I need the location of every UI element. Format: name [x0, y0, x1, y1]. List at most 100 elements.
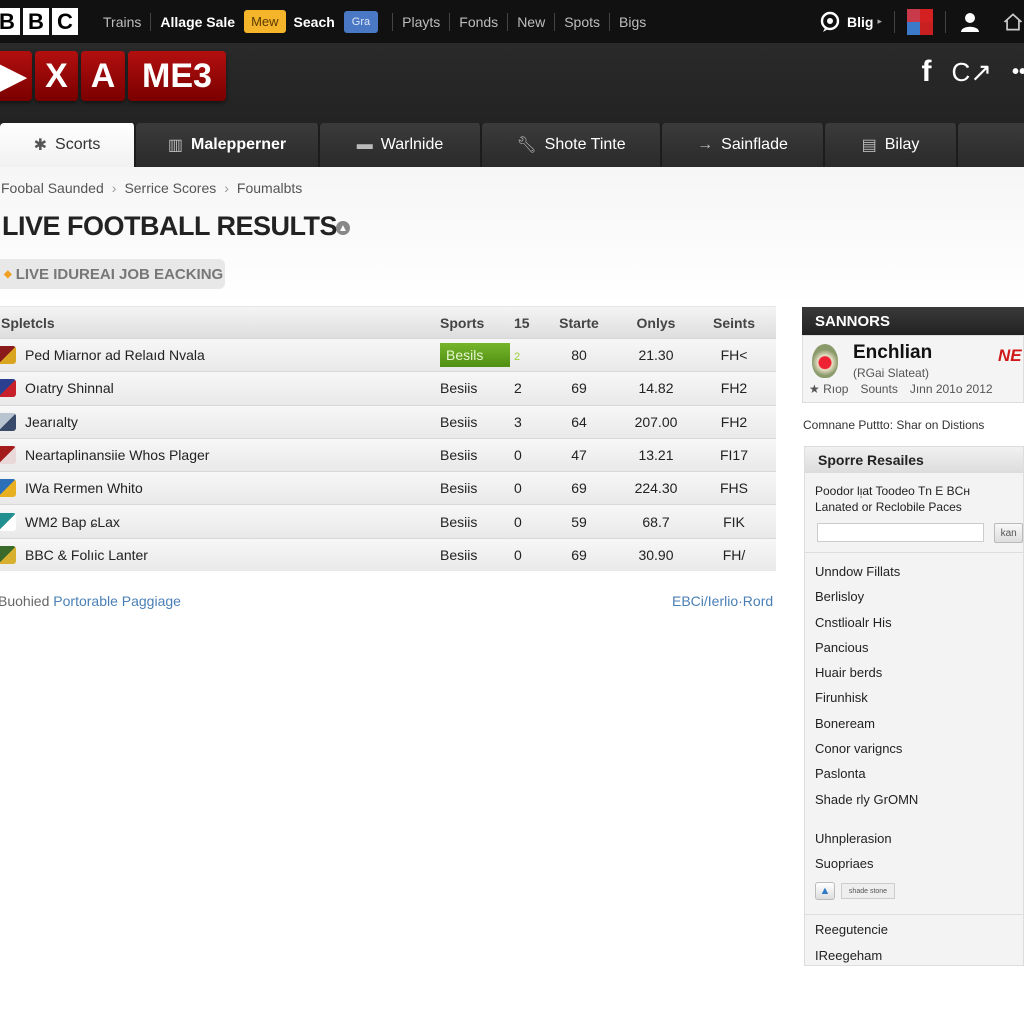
- blig-menu[interactable]: Blig: [847, 14, 873, 30]
- team-crest-icon: [0, 446, 16, 465]
- column-header[interactable]: Starte: [548, 315, 610, 331]
- table-footer-right-link[interactable]: EBCi/Ierlio·Rord: [672, 593, 773, 609]
- tab-malepperner[interactable]: ▥ Malepperner: [136, 123, 320, 167]
- panel-link[interactable]: Paslonta: [815, 765, 1023, 790]
- logo-letter: B: [0, 8, 20, 35]
- panel-link[interactable]: Firunhisk: [815, 689, 1023, 714]
- column-header[interactable]: 15: [510, 315, 548, 331]
- panel-description: Poodor lᴉat Toodeo Tn E BCʜ Lanated or R…: [815, 483, 1023, 515]
- table-row[interactable]: IWa Rermen Whito Besiis 0 69 224.30 FHS: [0, 471, 776, 505]
- arrow-right-icon: →: [697, 136, 714, 153]
- tab-scorts[interactable]: ✱ Scorts: [0, 123, 136, 167]
- divider: [945, 10, 946, 33]
- panel-tools: ▲ shade stone: [815, 882, 1023, 901]
- nav-badge-go[interactable]: Gra: [343, 10, 379, 33]
- table-row[interactable]: Ped Miarnor ad Relaıd Nvala Besils 2 80 21.3…: [0, 338, 776, 372]
- team-name[interactable]: BBC & Folıic Lanter: [25, 547, 148, 563]
- panel-link[interactable]: Conor varigncs: [815, 740, 1023, 765]
- panel-link[interactable]: Huair berds: [815, 664, 1023, 689]
- more-icon[interactable]: ••: [1012, 61, 1024, 84]
- tab-warlnide[interactable]: ▬ Warlnide: [320, 123, 482, 167]
- nav-link-playts[interactable]: Playts: [393, 14, 449, 30]
- table-row[interactable]: Neartaplinansiie Whos Plager Besiis 0 47 13.…: [0, 437, 776, 472]
- tab-label: Sainflade: [721, 136, 788, 153]
- count-value: 2: [514, 380, 522, 397]
- sidebar-note: Comnane Puttto: Shar on Distions: [803, 418, 985, 432]
- featured-card[interactable]: Enchlian (RGai Slateat) ★ Rıop Sounts Jı…: [802, 335, 1024, 403]
- table-row[interactable]: Jearıalty Besiis 3 64 207.00 FH2: [0, 404, 776, 438]
- count-value: 2: [514, 351, 521, 364]
- info-icon[interactable]: ▲: [336, 221, 350, 235]
- panel-link[interactable]: Uhnplerasion: [815, 830, 1023, 855]
- column-header[interactable]: Seints: [702, 315, 766, 331]
- breadcrumb-item[interactable]: Foumalbts: [237, 180, 302, 196]
- column-header[interactable]: Onlys: [610, 315, 702, 331]
- team-cell: Oıatry Shinnal: [0, 379, 440, 398]
- team-name[interactable]: Jearıalty: [25, 414, 78, 430]
- table-row[interactable]: Oıatry Shinnal Besiis 2 69 14.82 FH2: [0, 371, 776, 405]
- result-cell: FH2: [720, 413, 748, 430]
- live-tracking-pill[interactable]: ◆ LIVE IDUREAI JOB EACKING: [0, 259, 225, 289]
- panel-link[interactable]: Boneream: [815, 715, 1023, 740]
- share-icon[interactable]: C↗: [951, 57, 992, 88]
- team-name[interactable]: Neartaplinansiie Whos Plager: [25, 447, 209, 463]
- brand-logo[interactable]: ▶ X A ME3: [0, 51, 226, 101]
- only-cell: 30.90: [638, 546, 674, 563]
- tool-label[interactable]: shade stone: [841, 883, 895, 900]
- table-footer-left: Buohied Portorable Paggiage: [0, 593, 181, 609]
- panel-link[interactable]: Reegutencie: [815, 921, 1023, 947]
- section-tabs: ✱ Scorts ▥ Malepperner ▬ Warlnide 🔧︎ Sho…: [0, 123, 1024, 167]
- team-name[interactable]: Ped Miarnor ad Relaıd Nvala: [25, 347, 205, 363]
- tab-more[interactable]: [958, 123, 1024, 167]
- tab-shote-tinte[interactable]: 🔧︎ Shote Tinte: [482, 123, 662, 167]
- tab-bilay[interactable]: ▤ Bilay: [825, 123, 958, 167]
- tab-sainflade[interactable]: → Sainflade: [662, 123, 825, 167]
- count-cell: 0: [510, 480, 548, 496]
- region-flag-icon[interactable]: [907, 8, 933, 35]
- portorable-page-link[interactable]: Portorable Paggiage: [53, 593, 181, 609]
- sport-value: Besiis: [440, 546, 478, 563]
- nav-link-allage-sale[interactable]: Allage Sale: [151, 14, 244, 30]
- breadcrumb-item[interactable]: Foobal Saunded: [1, 180, 104, 196]
- nav-link-search[interactable]: Seach: [290, 14, 344, 30]
- team-name[interactable]: WM2 Bap ɕLax: [25, 514, 120, 530]
- table-row[interactable]: WM2 Bap ɕLax Besiis 0 59 68.7 FIK: [0, 504, 776, 538]
- count-value: 3: [514, 413, 522, 430]
- panel-search-button[interactable]: kan: [994, 523, 1023, 543]
- breadcrumb-item[interactable]: Serrice Scores: [124, 180, 216, 196]
- panel-link[interactable]: IReegeham: [815, 947, 1023, 973]
- page-title: LIVE FOOTBALL RESULTS: [2, 211, 338, 241]
- chat-bubble-icon[interactable]: [819, 11, 841, 33]
- home-icon[interactable]: [1002, 10, 1024, 34]
- user-icon[interactable]: [958, 10, 982, 34]
- chevron-right-icon: ›: [111, 180, 117, 196]
- panel-link[interactable]: Pancious: [815, 639, 1023, 664]
- panel-search-input[interactable]: [817, 523, 985, 542]
- panel-link[interactable]: Suopriaes: [815, 855, 1023, 880]
- team-name[interactable]: Oıatry Shinnal: [25, 380, 114, 396]
- meta-item: Jınn 201o 2012: [909, 382, 993, 396]
- bbc-logo[interactable]: B B C: [0, 8, 78, 35]
- social-links: f C↗ ••: [921, 55, 1024, 89]
- count-cell: 2: [510, 347, 548, 363]
- nav-link-bigs[interactable]: Bigs: [610, 14, 655, 30]
- panel-link[interactable]: Cnstlioalr His: [815, 614, 1023, 639]
- panel-link[interactable]: Berlisloy: [815, 588, 1023, 613]
- sport-badge[interactable]: Besils: [440, 343, 510, 368]
- column-header[interactable]: Sports: [440, 315, 510, 331]
- table-row[interactable]: BBC & Folıic Lanter Besiis 0 69 30.90 FH/: [0, 537, 776, 572]
- team-name[interactable]: IWa Rermen Whito: [25, 480, 143, 496]
- panel-link[interactable]: Unndow Fillats: [815, 563, 1023, 588]
- facebook-icon[interactable]: f: [921, 55, 931, 89]
- nav-link-trains[interactable]: Trains: [94, 14, 150, 30]
- nav-link-spots[interactable]: Spots: [555, 14, 609, 30]
- upload-icon[interactable]: ▲: [815, 882, 835, 901]
- column-header[interactable]: Spletcls: [0, 315, 440, 331]
- nav-link-fonds[interactable]: Fonds: [450, 14, 507, 30]
- nav-link-new[interactable]: New: [508, 14, 554, 30]
- panel-link[interactable]: Shade rly GrOMN: [815, 791, 1023, 830]
- sport-cell: Besils: [440, 343, 510, 368]
- featured-title: Enchlian: [853, 342, 933, 363]
- building-icon: ▥: [167, 137, 183, 154]
- nav-badge-mew[interactable]: Mew: [244, 10, 286, 33]
